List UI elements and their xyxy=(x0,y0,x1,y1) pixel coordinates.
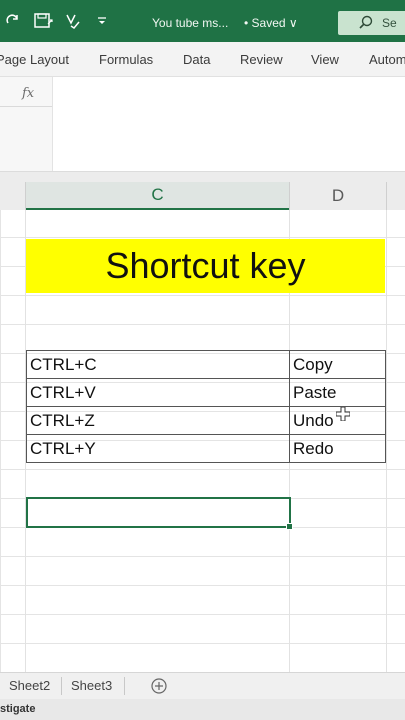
sheet-tab-divider xyxy=(124,677,125,695)
shortcut-key-cell[interactable]: CTRL+Y xyxy=(26,434,290,463)
table-row: CTRL+C Copy xyxy=(26,350,386,379)
fill-handle[interactable] xyxy=(286,523,293,530)
redo-icon[interactable] xyxy=(2,9,24,33)
customize-toolbar-icon[interactable] xyxy=(93,9,111,33)
column-header-c[interactable]: C xyxy=(26,182,289,210)
shortcut-key-cell[interactable]: CTRL+C xyxy=(26,350,290,379)
tab-formulas[interactable]: Formulas xyxy=(99,52,153,67)
add-sheet-icon[interactable] xyxy=(150,677,168,695)
sheet-tab-bar: Sheet2 Sheet3 xyxy=(0,672,405,700)
search-box[interactable]: Se xyxy=(338,11,405,35)
ribbon-tabs: Page Layout Formulas Data Review View Au… xyxy=(0,42,405,77)
header-divider xyxy=(289,182,290,210)
tab-data[interactable]: Data xyxy=(183,52,210,67)
status-bar: stigate xyxy=(0,699,405,720)
header-divider xyxy=(386,182,387,210)
status-text: stigate xyxy=(0,703,36,715)
column-header-e[interactable] xyxy=(387,182,405,210)
title-bar: You tube ms... • Saved ∨ Se xyxy=(0,0,405,42)
grid-column-line xyxy=(386,210,387,672)
search-placeholder: Se xyxy=(382,16,397,30)
document-title[interactable]: You tube ms... xyxy=(152,16,228,30)
selected-cell[interactable] xyxy=(26,497,291,528)
shortcut-table: CTRL+C Copy CTRL+V Paste CTRL+Z Undo CTR… xyxy=(26,350,386,463)
tab-page-layout[interactable]: Page Layout xyxy=(0,52,69,67)
tab-view[interactable]: View xyxy=(311,52,339,67)
shortcut-action-cell[interactable]: Copy xyxy=(289,350,386,379)
search-icon xyxy=(359,15,373,29)
table-row: CTRL+Z Undo xyxy=(26,406,386,435)
column-header-b[interactable] xyxy=(0,182,25,210)
table-row: CTRL+Y Redo xyxy=(26,434,386,463)
formula-input[interactable] xyxy=(53,77,405,171)
shortcut-key-cell[interactable]: CTRL+V xyxy=(26,378,290,407)
shortcut-key-cell[interactable]: CTRL+Z xyxy=(26,406,290,435)
shortcut-action-cell[interactable]: Paste xyxy=(289,378,386,407)
column-header-d[interactable]: D xyxy=(290,182,386,210)
saved-status[interactable]: • Saved ∨ xyxy=(244,16,298,30)
spelling-check-icon[interactable] xyxy=(62,9,84,33)
formula-bar-edge xyxy=(0,171,405,182)
tab-review[interactable]: Review xyxy=(240,52,283,67)
sheet-tab-sheet2[interactable]: Sheet2 xyxy=(9,678,50,693)
shortcut-action-cell[interactable]: Redo xyxy=(289,434,386,463)
sheet-tab-sheet3[interactable]: Sheet3 xyxy=(71,678,112,693)
table-row: CTRL+V Paste xyxy=(26,378,386,407)
formula-bar-divider xyxy=(0,106,52,107)
cell-cursor-icon xyxy=(336,407,350,421)
insert-function-icon[interactable]: fx xyxy=(22,86,34,101)
header-divider xyxy=(25,182,26,210)
sheet-tab-divider xyxy=(61,677,62,695)
tab-automate[interactable]: Autom xyxy=(369,52,405,67)
save-icon[interactable] xyxy=(30,9,56,33)
title-cell[interactable]: Shortcut key xyxy=(26,239,385,293)
